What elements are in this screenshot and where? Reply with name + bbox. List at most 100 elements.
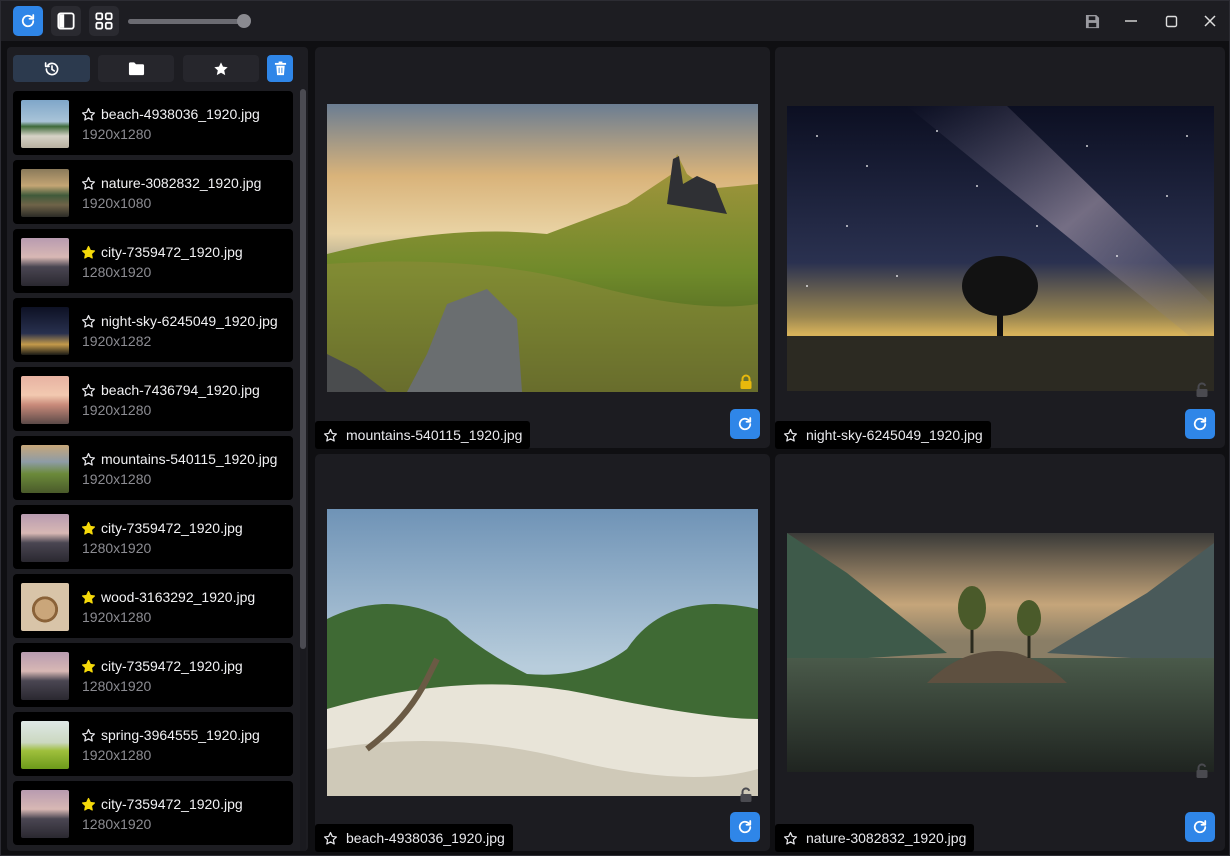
star-outline-icon[interactable] <box>81 452 96 467</box>
lock-toggle[interactable] <box>1194 763 1210 779</box>
star-outline-icon[interactable] <box>323 428 338 443</box>
panel-refresh-button[interactable] <box>1185 812 1215 842</box>
clear-history-button[interactable] <box>267 55 293 82</box>
lock-toggle[interactable] <box>1194 382 1210 398</box>
unlock-icon <box>1196 763 1208 778</box>
image-panel[interactable]: mountains-540115_1920.jpg <box>315 47 770 449</box>
history-item[interactable]: beach-7436794_1920.jpg 1920x1280 <box>13 367 293 431</box>
toggle-sidebar-button[interactable] <box>51 6 81 36</box>
close-button[interactable] <box>1195 7 1225 35</box>
item-dimensions: 1920x1280 <box>82 609 152 625</box>
close-icon <box>1204 15 1216 27</box>
history-item[interactable]: nature-3082832_1920.jpg 1920x1080 <box>13 160 293 224</box>
tab-favorites[interactable] <box>183 55 259 82</box>
panel-image[interactable] <box>327 509 758 796</box>
history-item[interactable]: wood-3163292_1920.jpg 1920x1280 <box>13 574 293 638</box>
star-outline-icon[interactable] <box>81 728 96 743</box>
favorite-toggle[interactable] <box>81 728 96 743</box>
thumbnail-image <box>21 376 69 424</box>
refresh-button[interactable] <box>13 6 43 36</box>
lock-toggle[interactable] <box>738 374 754 390</box>
history-item[interactable]: city-7359472_1920.jpg 1280x1920 <box>13 643 293 707</box>
save-button[interactable] <box>1077 7 1107 35</box>
favorite-toggle[interactable] <box>323 831 338 846</box>
tab-history[interactable] <box>13 55 90 82</box>
panel-filename: nature-3082832_1920.jpg <box>806 830 967 846</box>
sidebar-scrollbar[interactable] <box>300 89 306 851</box>
favorite-toggle[interactable] <box>81 797 96 812</box>
star-filled-icon[interactable] <box>81 797 96 812</box>
night-sky-photo <box>787 106 1214 391</box>
favorite-toggle[interactable] <box>81 521 96 536</box>
favorite-toggle[interactable] <box>783 428 798 443</box>
minimize-icon <box>1125 20 1137 22</box>
zoom-slider[interactable] <box>128 14 251 28</box>
panel-caption: mountains-540115_1920.jpg <box>315 421 531 449</box>
star-outline-icon[interactable] <box>81 107 96 122</box>
history-item[interactable]: city-7359472_1920.jpg 1280x1920 <box>13 781 293 845</box>
thumbnail-image <box>21 445 69 493</box>
item-filename: nature-3082832_1920.jpg <box>101 175 262 191</box>
favorite-toggle[interactable] <box>323 428 338 443</box>
panel-refresh-button[interactable] <box>1185 409 1215 439</box>
star-outline-icon[interactable] <box>783 831 798 846</box>
image-panel[interactable]: beach-4938036_1920.jpg <box>315 454 770 852</box>
thumbnail-image <box>21 652 69 700</box>
favorite-toggle[interactable] <box>783 831 798 846</box>
panel-filename: beach-4938036_1920.jpg <box>346 830 505 846</box>
star-filled-icon[interactable] <box>81 659 96 674</box>
star-icon <box>214 61 228 75</box>
favorite-toggle[interactable] <box>81 590 96 605</box>
favorite-toggle[interactable] <box>81 452 96 467</box>
lock-icon <box>740 374 752 389</box>
item-filename: city-7359472_1920.jpg <box>101 244 243 260</box>
panel-image[interactable] <box>327 104 758 392</box>
panel-caption: night-sky-6245049_1920.jpg <box>775 421 991 449</box>
lock-toggle[interactable] <box>738 787 754 803</box>
folder-icon <box>128 62 144 76</box>
tab-folder[interactable] <box>98 55 174 82</box>
scrollbar-thumb[interactable] <box>300 89 306 649</box>
star-outline-icon[interactable] <box>81 176 96 191</box>
grid-layout-button[interactable] <box>89 6 119 36</box>
panel-image[interactable] <box>787 106 1214 391</box>
history-item[interactable]: beach-4938036_1920.jpg 1920x1280 <box>13 91 293 155</box>
favorite-toggle[interactable] <box>81 659 96 674</box>
favorite-toggle[interactable] <box>81 176 96 191</box>
panel-refresh-button[interactable] <box>730 812 760 842</box>
panel-image[interactable] <box>787 533 1214 772</box>
panel-refresh-button[interactable] <box>730 409 760 439</box>
history-item[interactable]: city-7359472_1920.jpg 1280x1920 <box>13 229 293 293</box>
item-dimensions: 1280x1920 <box>82 540 152 556</box>
maximize-icon <box>1165 15 1177 27</box>
refresh-icon <box>738 417 752 431</box>
star-filled-icon[interactable] <box>81 245 96 260</box>
star-filled-icon[interactable] <box>81 590 96 605</box>
history-item[interactable]: city-7359472_1920.jpg 1280x1920 <box>13 505 293 569</box>
favorite-toggle[interactable] <box>81 107 96 122</box>
image-panel[interactable]: nature-3082832_1920.jpg <box>775 454 1225 852</box>
history-item[interactable]: spring-3964555_1920.jpg 1920x1280 <box>13 712 293 776</box>
item-dimensions: 1280x1920 <box>82 264 152 280</box>
refresh-icon <box>21 14 35 28</box>
item-dimensions: 1920x1280 <box>82 747 152 763</box>
image-panel[interactable]: night-sky-6245049_1920.jpg <box>775 47 1225 449</box>
star-outline-icon[interactable] <box>81 314 96 329</box>
slider-thumb[interactable] <box>236 14 251 28</box>
star-outline-icon[interactable] <box>783 428 798 443</box>
favorite-toggle[interactable] <box>81 245 96 260</box>
thumbnail-image <box>21 721 69 769</box>
star-filled-icon[interactable] <box>81 521 96 536</box>
history-item[interactable]: mountains-540115_1920.jpg 1920x1280 <box>13 436 293 500</box>
favorite-toggle[interactable] <box>81 314 96 329</box>
star-outline-icon[interactable] <box>81 383 96 398</box>
history-item[interactable]: night-sky-6245049_1920.jpg 1920x1282 <box>13 298 293 362</box>
item-dimensions: 1920x1282 <box>82 333 152 349</box>
maximize-button[interactable] <box>1156 7 1186 35</box>
sidebar: beach-4938036_1920.jpg 1920x1280 nature-30… <box>7 47 308 851</box>
minimize-button[interactable] <box>1116 7 1146 35</box>
thumbnail-image <box>21 100 69 148</box>
favorite-toggle[interactable] <box>81 383 96 398</box>
star-outline-icon[interactable] <box>323 831 338 846</box>
thumbnail-image <box>21 583 69 631</box>
